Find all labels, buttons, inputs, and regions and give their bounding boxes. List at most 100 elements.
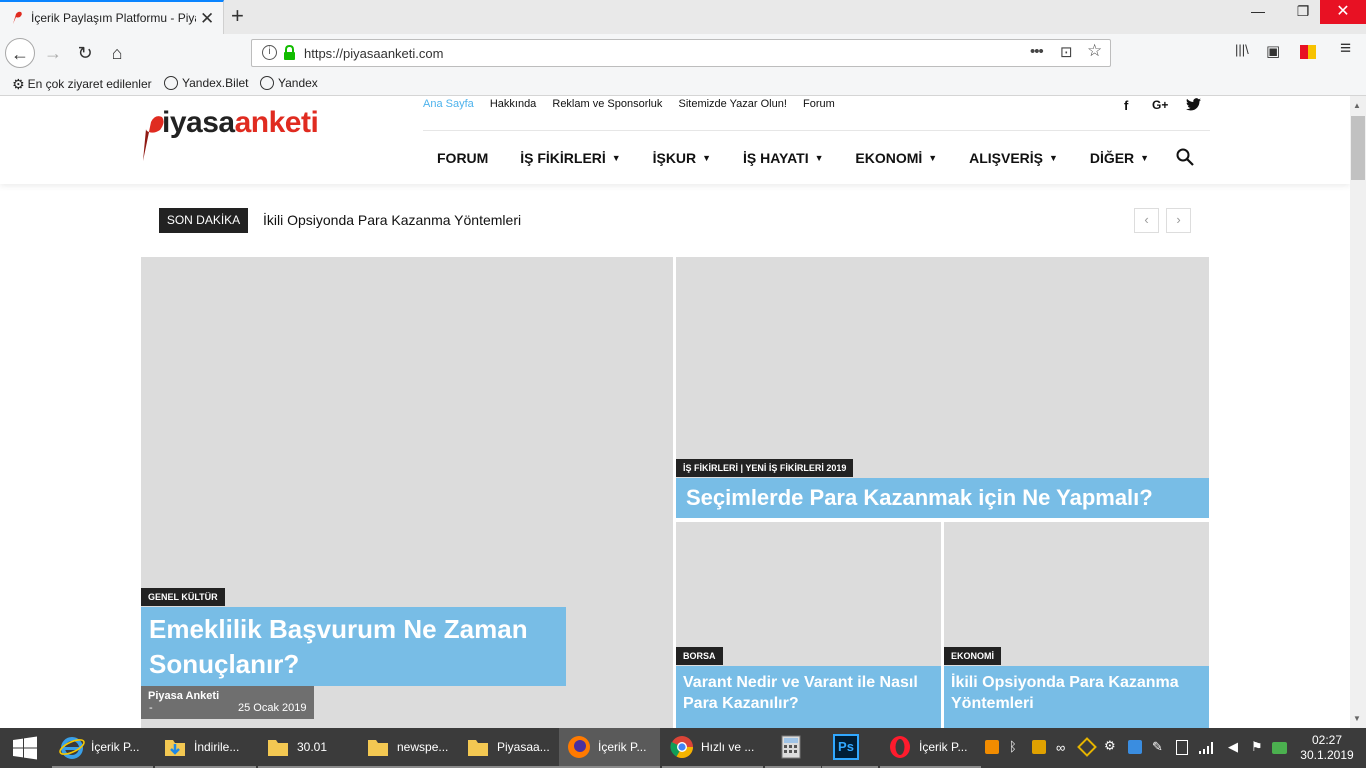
article-title[interactable]: Varant Nedir ve Varant ile Nasıl Para Ka… bbox=[676, 666, 941, 728]
article-meta-dash: - bbox=[149, 702, 153, 714]
taskbar-folder-3001[interactable]: 30.01 bbox=[258, 728, 359, 768]
tab-title: İçerik Paylaşım Platformu - Piyasa Anket… bbox=[31, 11, 196, 25]
network-icon[interactable] bbox=[1272, 742, 1287, 754]
piyasa-favicon-icon bbox=[13, 11, 22, 24]
extension-flag-icon[interactable] bbox=[1299, 44, 1317, 60]
sidebar-icon[interactable]: ▣ bbox=[1266, 42, 1280, 60]
windows-start-icon[interactable] bbox=[0, 728, 50, 768]
scrollbar-thumb[interactable] bbox=[1351, 116, 1365, 180]
scroll-up-icon[interactable]: ▲ bbox=[1353, 101, 1361, 110]
article-title[interactable]: Emeklilik Başvurum Ne Zaman Sonuçlanır? bbox=[141, 607, 566, 686]
breaking-news-link[interactable]: İkili Opsiyonda Para Kazanma Yöntemleri bbox=[263, 212, 521, 228]
logo-text-anketi: anketi bbox=[234, 106, 319, 139]
main-menu-is-hayati[interactable]: İŞ HAYATI ▼ bbox=[743, 150, 824, 166]
volume-icon[interactable]: ◀ bbox=[1228, 739, 1238, 755]
article-category[interactable]: GENEL KÜLTÜR bbox=[141, 588, 225, 606]
link-icon[interactable]: ∞ bbox=[1056, 740, 1065, 755]
facebook-icon[interactable]: f bbox=[1124, 98, 1128, 113]
tray-display-icon[interactable] bbox=[1128, 740, 1142, 754]
main-menu-diger[interactable]: DİĞER ▼ bbox=[1090, 150, 1149, 166]
bookmark-yandex[interactable]: Yandex bbox=[260, 76, 318, 90]
usb-icon[interactable] bbox=[1176, 740, 1188, 755]
globe-icon bbox=[260, 76, 274, 90]
taskbar-folder-newspe[interactable]: newspe... bbox=[358, 728, 459, 768]
taskbar-folder-piyasa[interactable]: Piyasaa... bbox=[458, 728, 559, 768]
pen-icon[interactable]: ✎ bbox=[1152, 739, 1163, 755]
featured-article-3[interactable]: BORSA Varant Nedir ve Varant ile Nasıl P… bbox=[676, 522, 941, 728]
url-bar[interactable]: i https://piyasaanketi.com ••• ⊡ ☆ bbox=[251, 39, 1111, 67]
bookmark-most-visited[interactable]: ⚙ En çok ziyaret edilenler bbox=[12, 76, 152, 93]
taskbar-photoshop[interactable]: Ps bbox=[822, 728, 878, 768]
featured-article-main[interactable]: GENEL KÜLTÜR Emeklilik Başvurum Ne Zaman… bbox=[141, 257, 673, 728]
windows-taskbar: İçerik P... İndirile... 30.01 newspe... … bbox=[0, 728, 1366, 768]
top-menu-home[interactable]: Ana Sayfa bbox=[423, 98, 474, 110]
home-button[interactable]: ⌂ bbox=[102, 38, 132, 68]
article-date: 25 Ocak 2019 bbox=[238, 702, 307, 714]
article-category[interactable]: BORSA bbox=[676, 647, 723, 665]
bookmark-yandex-bilet[interactable]: Yandex.Bilet bbox=[164, 76, 249, 90]
taskbar-chrome[interactable]: Hızlı ve ... bbox=[662, 728, 763, 768]
menu-icon[interactable]: ≡ bbox=[1340, 38, 1351, 60]
article-category[interactable]: EKONOMİ bbox=[944, 647, 1002, 665]
url-text[interactable]: https://piyasaanketi.com bbox=[304, 46, 443, 61]
main-menu-ekonomi[interactable]: EKONOMİ ▼ bbox=[855, 150, 937, 166]
header-divider bbox=[423, 130, 1210, 131]
chevron-down-icon: ▼ bbox=[814, 153, 824, 163]
taskbar-clock[interactable]: 02:27 30.1.2019 bbox=[1299, 733, 1355, 763]
taskbar-calculator[interactable] bbox=[765, 728, 821, 768]
chevron-down-icon: ▼ bbox=[611, 153, 621, 163]
back-button[interactable]: ← bbox=[5, 38, 35, 68]
tray-tool-icon[interactable] bbox=[1032, 740, 1046, 754]
site-logo[interactable]: iyasaanketi bbox=[140, 104, 340, 161]
top-menu-write[interactable]: Sitemizde Yazar Olun! bbox=[679, 98, 787, 110]
bookmark-star-icon[interactable]: ☆ bbox=[1087, 41, 1102, 61]
main-menu-forum[interactable]: FORUM bbox=[437, 150, 488, 166]
top-menu-forum[interactable]: Forum bbox=[803, 98, 835, 110]
featured-article-4[interactable]: EKONOMİ İkili Opsiyonda Para Kazanma Yön… bbox=[944, 522, 1209, 728]
featured-article-2[interactable]: İŞ FİKİRLERİ | YENİ İŞ FİKİRLERİ 2019 Se… bbox=[676, 257, 1209, 518]
article-author[interactable]: Piyasa Anketi bbox=[148, 690, 219, 702]
article-title[interactable]: Seçimlerde Para Kazanmak için Ne Yapmalı… bbox=[676, 478, 1209, 518]
signal-icon[interactable] bbox=[1199, 742, 1215, 754]
taskbar-ie[interactable]: İçerik P... bbox=[52, 728, 153, 768]
taskbar-downloads[interactable]: İndirile... bbox=[155, 728, 256, 768]
top-menu-ads[interactable]: Reklam ve Sponsorluk bbox=[552, 98, 662, 110]
app-icon[interactable]: ⚙ bbox=[1104, 738, 1116, 754]
page-scrollbar[interactable]: ▲ ▼ bbox=[1350, 96, 1366, 728]
reload-button[interactable]: ↻ bbox=[70, 38, 100, 68]
minimize-button[interactable]: — bbox=[1243, 3, 1273, 19]
browser-nav-bar: ← → ↻ ⌂ i https://piyasaanketi.com ••• ⊡… bbox=[0, 34, 1366, 72]
google-plus-icon[interactable]: G+ bbox=[1152, 98, 1168, 112]
tab-close-icon[interactable]: ✕ bbox=[200, 9, 214, 29]
warning-icon[interactable] bbox=[1077, 737, 1097, 757]
main-menu-is-fikirleri[interactable]: İŞ FİKİRLERİ ▼ bbox=[520, 150, 620, 166]
bluetooth-icon[interactable]: ᛒ bbox=[1009, 739, 1017, 754]
lock-icon bbox=[284, 45, 295, 60]
search-icon[interactable] bbox=[1176, 148, 1194, 166]
tray-app-icon[interactable] bbox=[985, 740, 999, 754]
taskbar-firefox[interactable]: İçerik P... bbox=[559, 728, 660, 768]
site-info-icon[interactable]: i bbox=[262, 45, 277, 60]
article-category[interactable]: İŞ FİKİRLERİ | YENİ İŞ FİKİRLERİ 2019 bbox=[676, 459, 854, 477]
scroll-down-icon[interactable]: ▼ bbox=[1353, 714, 1361, 723]
taskbar-opera[interactable]: İçerik P... bbox=[880, 728, 981, 768]
library-icon[interactable]: |||\ bbox=[1235, 42, 1249, 57]
pocket-icon[interactable]: ⊡ bbox=[1060, 43, 1073, 61]
ticker-prev-button[interactable]: ‹ bbox=[1134, 208, 1159, 233]
folder-download-icon bbox=[165, 740, 185, 756]
main-menu-iskur[interactable]: İŞKUR ▼ bbox=[653, 150, 711, 166]
page-actions-icon[interactable]: ••• bbox=[1030, 43, 1044, 60]
folder-icon bbox=[268, 740, 288, 756]
new-tab-button[interactable]: + bbox=[231, 3, 244, 29]
twitter-icon[interactable] bbox=[1186, 98, 1201, 111]
main-menu-alisveris[interactable]: ALIŞVERİŞ ▼ bbox=[969, 150, 1058, 166]
top-menu-about[interactable]: Hakkında bbox=[490, 98, 536, 110]
close-window-button[interactable]: ✕ bbox=[1320, 0, 1366, 24]
restore-button[interactable]: ❐ bbox=[1288, 3, 1318, 20]
ie-icon bbox=[59, 737, 85, 759]
flag-icon[interactable]: ⚑ bbox=[1251, 739, 1263, 755]
browser-tab[interactable]: İçerik Paylaşım Platformu - Piyasa Anket… bbox=[0, 0, 224, 34]
ticker-next-button[interactable]: › bbox=[1166, 208, 1191, 233]
article-title[interactable]: İkili Opsiyonda Para Kazanma Yöntemleri bbox=[944, 666, 1209, 728]
forward-button[interactable]: → bbox=[38, 38, 68, 68]
